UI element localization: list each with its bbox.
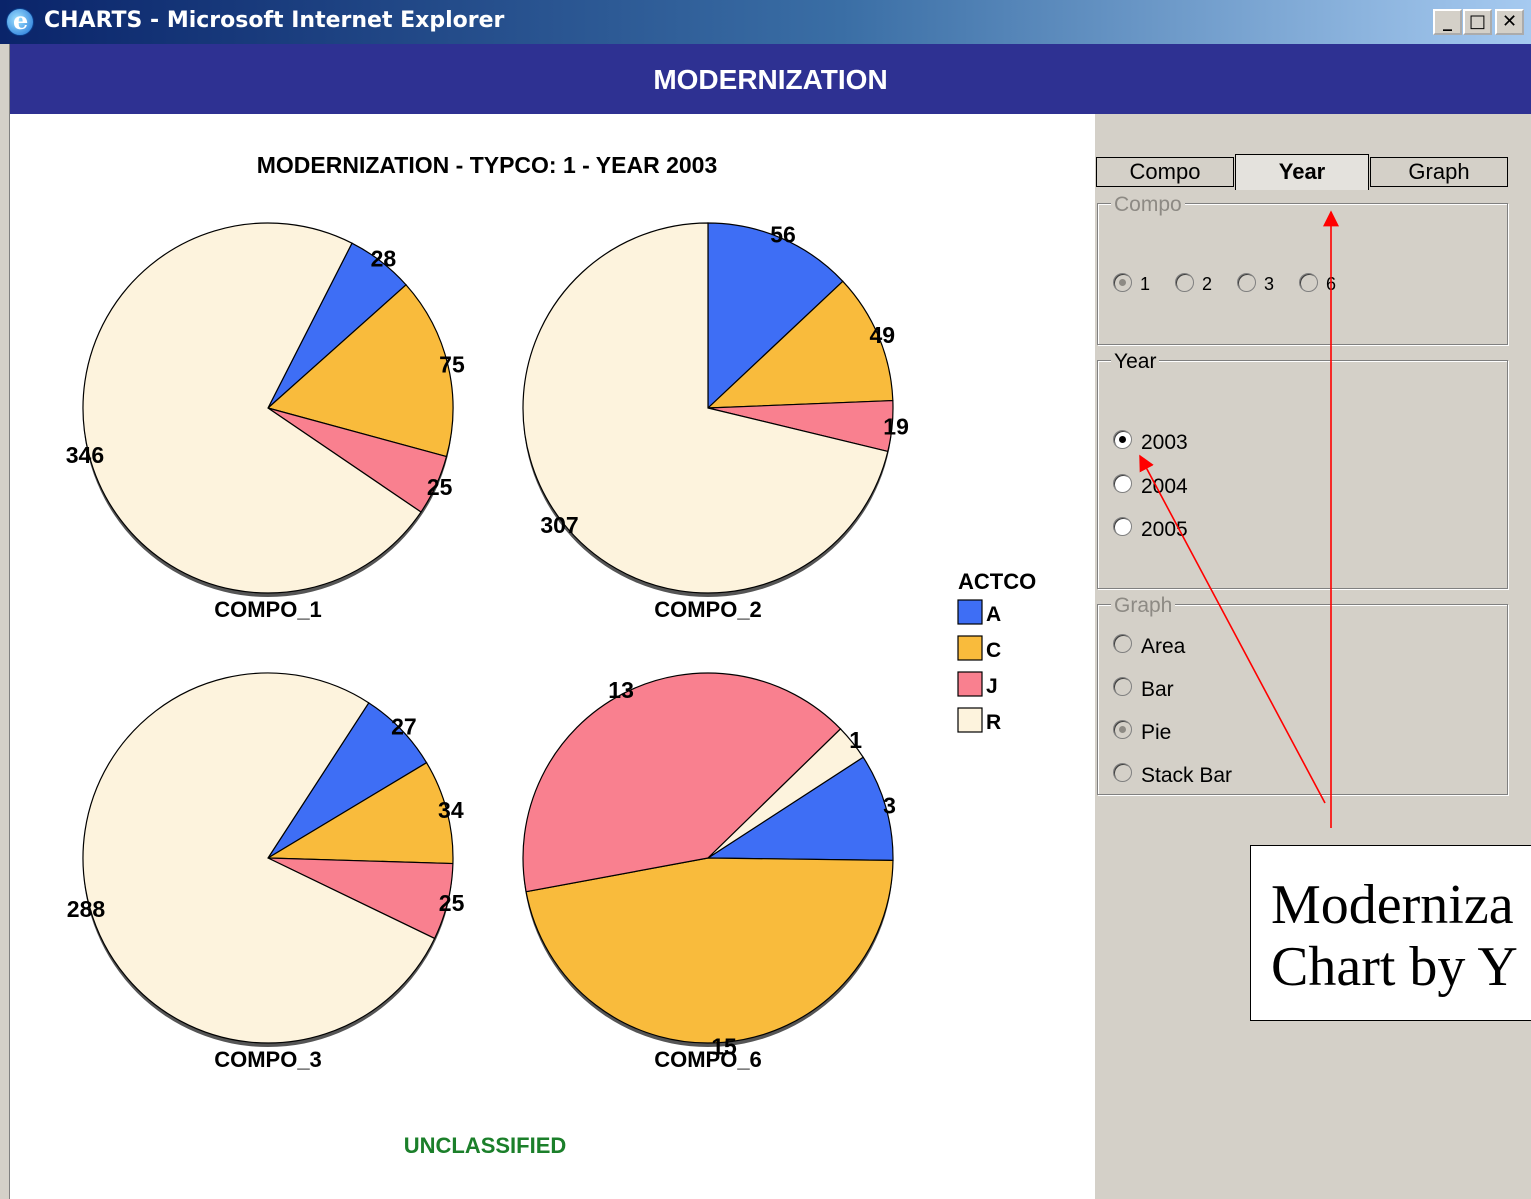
radio-dot: [1119, 279, 1126, 286]
pie-name-label: COMPO_3: [214, 1047, 322, 1072]
ie-icon: [6, 6, 34, 36]
legend-label: R: [986, 711, 1001, 734]
graph-radio-stack-bar[interactable]: [1113, 763, 1132, 782]
year-option-label: 2003: [1141, 431, 1188, 454]
pie-compo-6: 315131COMPO_6: [522, 672, 896, 1072]
legend-label: A: [986, 603, 1001, 626]
pie-value-label: 13: [608, 677, 634, 703]
annotation-line-1: Moderniza: [1271, 874, 1514, 936]
window-title: CHARTS - Microsoft Internet Explorer: [44, 8, 505, 33]
maximize-button[interactable]: □: [1463, 9, 1492, 35]
legend-swatch-a: [957, 599, 983, 625]
pie-value-label: 3: [883, 793, 896, 819]
graph-radio-bar[interactable]: [1113, 677, 1132, 696]
chart-area: MODERNIZATION - TYPCO: 1 - YEAR 2003 28 7…: [66, 152, 1036, 1158]
close-button[interactable]: ✕: [1495, 9, 1524, 35]
graph-option-label: Bar: [1141, 678, 1174, 701]
legend: ACTCO ACJR: [957, 569, 1036, 734]
pie-value-label: 27: [391, 714, 417, 740]
legend-swatch-r: [957, 707, 983, 733]
window-left-border: [0, 44, 10, 1199]
window-titlebar: CHARTS - Microsoft Internet Explorer _ □…: [0, 0, 1531, 44]
compo-option-label: 3: [1264, 274, 1275, 294]
classification-label: UNCLASSIFIED: [404, 1133, 567, 1158]
year-group-label: Year: [1111, 350, 1160, 374]
pie-value-label: 28: [371, 245, 397, 271]
year-radio-2005[interactable]: [1113, 517, 1132, 536]
pie-charts: 287525346COMPO_1564919307COMPO_227342528…: [66, 222, 909, 1072]
pie-name-label: COMPO_2: [654, 597, 762, 622]
graph-radio-pie[interactable]: [1113, 720, 1132, 739]
compo-option-label: 2: [1202, 274, 1213, 294]
legend-swatch-j: [957, 671, 983, 697]
compo-radio-6[interactable]: [1299, 273, 1318, 292]
pie-compo-1: 28 75 25 346 COMPO_1: [66, 222, 465, 622]
compo-group-label: Compo: [1111, 193, 1185, 217]
radio-dot: [1119, 726, 1126, 733]
tab-year[interactable]: Year: [1235, 154, 1369, 190]
graph-group-label: Graph: [1111, 594, 1176, 618]
pie-value-label: 307: [540, 512, 578, 538]
compo-radio-3[interactable]: [1237, 273, 1256, 292]
legend-title: ACTCO: [958, 569, 1036, 594]
year-radio-2003[interactable]: [1113, 430, 1132, 449]
pie-value-label: 25: [427, 474, 453, 500]
tab-graph[interactable]: Graph: [1370, 157, 1508, 187]
compo-radio-1[interactable]: [1113, 273, 1132, 292]
page-title: MODERNIZATION: [653, 64, 888, 95]
pie-value-label: 346: [66, 442, 104, 468]
legend-swatch-c: [957, 635, 983, 661]
legend-label: J: [986, 675, 998, 698]
graph-option-label: Pie: [1141, 721, 1172, 744]
year-option-label: 2004: [1141, 475, 1188, 498]
graph-option-label: Area: [1141, 635, 1186, 658]
graph-radio-area[interactable]: [1113, 634, 1132, 653]
pie-name-label: COMPO_6: [654, 1047, 762, 1072]
compo-option-label: 6: [1326, 274, 1337, 294]
pie-value-label: 1: [849, 727, 862, 753]
pie-value-label: 25: [439, 890, 465, 916]
annotation-line-2: Chart by Y: [1271, 936, 1518, 998]
pie-value-label: 19: [883, 414, 909, 440]
chart-title: MODERNIZATION - TYPCO: 1 - YEAR 2003: [257, 152, 718, 178]
year-option-label: 2005: [1141, 518, 1188, 541]
pie-slice-c: [525, 857, 894, 1044]
pie-value-label: 56: [770, 222, 796, 248]
graph-option-label: Stack Bar: [1141, 764, 1233, 787]
radio-dot: [1119, 436, 1126, 443]
pie-value-label: 49: [869, 322, 895, 348]
pie-compo-3: 27 34 25 288 COMPO_3: [67, 672, 465, 1072]
page-header: MODERNIZATION: [10, 44, 1531, 114]
tab-compo[interactable]: Compo: [1096, 157, 1234, 187]
minimize-button[interactable]: _: [1433, 9, 1462, 35]
pie-name-label: COMPO_1: [214, 597, 322, 622]
pie-compo-2: 56 49 19 307 COMPO_2: [522, 222, 909, 622]
legend-label: C: [986, 639, 1001, 662]
compo-radio-2[interactable]: [1175, 273, 1194, 292]
annotation-callout: Moderniza Chart by Y: [1250, 845, 1531, 1021]
compo-option-label: 1: [1140, 274, 1151, 294]
pie-value-label: 34: [438, 797, 464, 823]
pie-value-label: 75: [439, 352, 465, 378]
year-radio-2004[interactable]: [1113, 474, 1132, 493]
pie-value-label: 288: [67, 896, 106, 922]
annotation-text: Moderniza Chart by Y: [1271, 874, 1531, 998]
